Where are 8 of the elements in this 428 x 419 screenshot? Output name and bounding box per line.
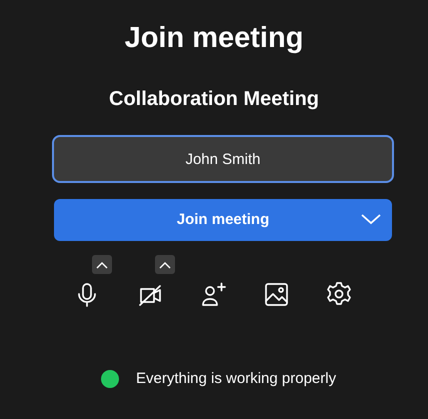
chevron-down-icon[interactable] (360, 212, 382, 226)
join-button[interactable]: Join meeting (54, 199, 392, 241)
caret-up-icon[interactable] (92, 255, 112, 274)
caret-up-icon[interactable] (155, 255, 175, 274)
meeting-name: Collaboration Meeting (108, 87, 320, 112)
status-text: Everything is working properly (136, 369, 336, 389)
name-field[interactable]: John Smith (52, 135, 394, 183)
page-title: Join meeting (124, 21, 304, 56)
